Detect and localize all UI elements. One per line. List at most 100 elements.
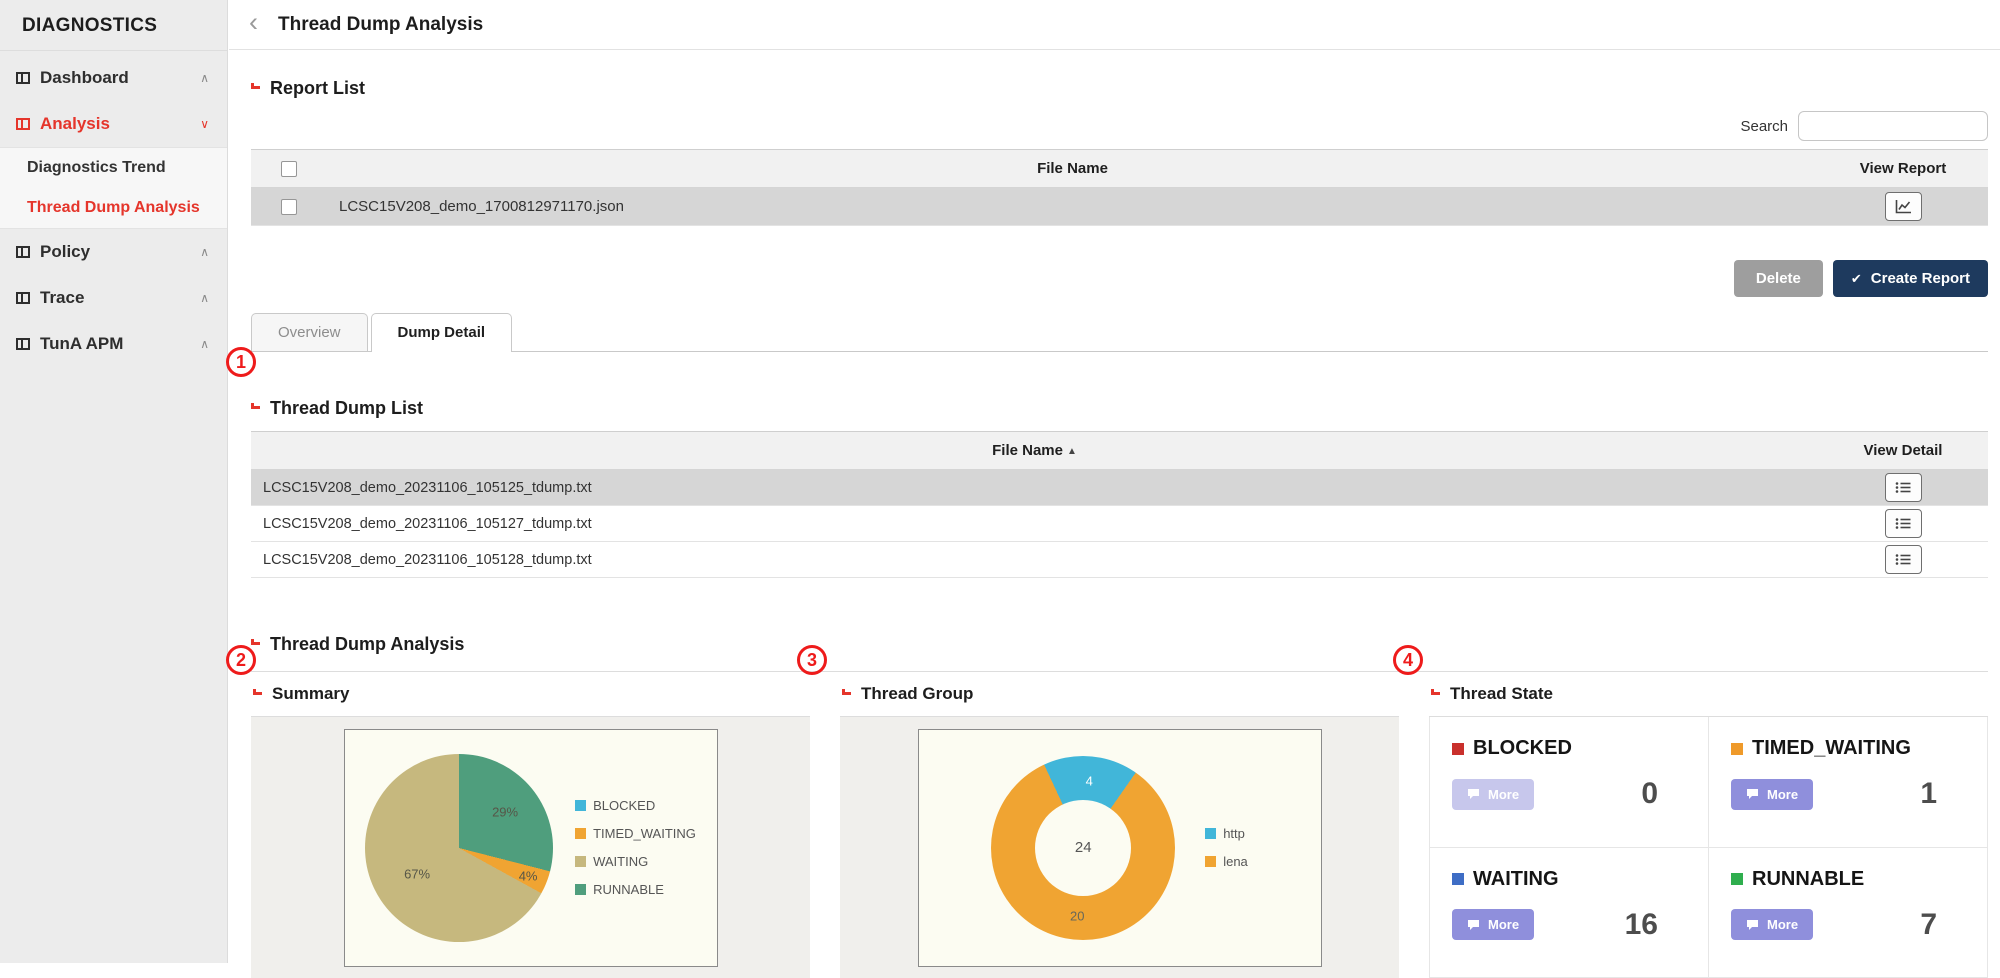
state-name: RUNNABLE [1752, 868, 1864, 891]
collapse-corner-icon[interactable] [251, 403, 260, 409]
speech-bubble-icon [1746, 788, 1759, 800]
chevron-up-icon: ∧ [200, 71, 209, 85]
content: Report List Search File Name View Report [229, 78, 2000, 978]
tuna-apm-icon [16, 338, 30, 350]
tab-dump-detail[interactable]: Dump Detail [371, 313, 513, 352]
thread-group-panel-body: 24 4 20 http lena [840, 717, 1399, 978]
view-detail-button[interactable] [1885, 473, 1922, 502]
chevron-up-icon: ∧ [200, 337, 209, 351]
state-name: TIMED_WAITING [1752, 737, 1911, 760]
dump-file-name: LCSC15V208_demo_20231106_105128_tdump.tx… [251, 542, 1818, 578]
annotation-circle-1: 1 [226, 347, 256, 377]
collapse-corner-icon[interactable] [253, 689, 262, 695]
thread-state-panel: Thread State BLOCKED [1429, 672, 1988, 978]
sidebar-item-tuna-apm[interactable]: TunA APM ∧ [0, 321, 227, 367]
column-header-file-name[interactable]: File Name▲ [251, 432, 1818, 470]
collapse-corner-icon[interactable] [251, 83, 260, 89]
sidebar-item-policy[interactable]: Policy ∧ [0, 229, 227, 275]
panel-title: Thread State [1450, 684, 1553, 704]
topbar: ‹ Thread Dump Analysis [229, 0, 2000, 50]
table-row[interactable]: LCSC15V208_demo_20231106_105125_tdump.tx… [251, 470, 1988, 506]
more-button-waiting[interactable]: More [1452, 909, 1534, 940]
policy-icon [16, 246, 30, 258]
collapse-corner-icon[interactable] [1431, 689, 1440, 695]
search-row: Search [251, 111, 1988, 141]
speech-bubble-icon [1746, 919, 1759, 931]
sidebar-item-thread-dump-analysis[interactable]: Thread Dump Analysis [0, 188, 227, 228]
state-count: 16 [1625, 908, 1686, 942]
report-file-name: LCSC15V208_demo_1700812971170.json [327, 188, 1818, 226]
page-title: Thread Dump Analysis [278, 14, 483, 36]
speech-bubble-icon [1467, 919, 1480, 931]
report-list-section-title: Report List [251, 78, 1988, 99]
legend-swatch [1205, 856, 1216, 867]
chevron-up-icon: ∧ [200, 245, 209, 259]
collapse-corner-icon[interactable] [842, 689, 851, 695]
state-card-waiting: WAITING More 16 [1430, 848, 1709, 978]
speech-bubble-icon [1467, 788, 1480, 800]
list-icon [1895, 517, 1911, 530]
legend-swatch [575, 884, 586, 895]
create-report-button[interactable]: ✔ Create Report [1833, 260, 1988, 297]
sidebar-item-analysis[interactable]: Analysis ∨ [0, 101, 227, 147]
more-label: More [1767, 917, 1798, 932]
list-icon [1895, 481, 1911, 494]
back-chevron-icon[interactable]: ‹ [249, 9, 258, 36]
table-row[interactable]: LCSC15V208_demo_20231106_105127_tdump.tx… [251, 506, 1988, 542]
more-label: More [1767, 787, 1798, 802]
sidebar-item-trace[interactable]: Trace ∧ [0, 275, 227, 321]
analysis-panels: Summary 29% 4% 67% BLOCKED [251, 671, 1988, 978]
legend-label: TIMED_WAITING [593, 826, 696, 841]
view-detail-button[interactable] [1885, 545, 1922, 574]
thread-state-grid: BLOCKED More 0 [1429, 717, 1988, 978]
panel-title: Summary [272, 684, 349, 704]
legend-item: http [1205, 826, 1248, 841]
legend-item: BLOCKED [575, 798, 696, 813]
legend-swatch [575, 828, 586, 839]
select-all-checkbox[interactable] [281, 161, 297, 177]
legend-label: WAITING [593, 854, 648, 869]
view-detail-button[interactable] [1885, 509, 1922, 538]
state-count: 7 [1920, 908, 1965, 942]
state-count: 1 [1920, 777, 1965, 811]
chart-icon [1895, 199, 1912, 214]
sidebar-title: DIAGNOSTICS [0, 0, 227, 51]
tab-overview[interactable]: Overview [251, 313, 368, 351]
sidebar-item-label: Trace [40, 288, 84, 308]
row-checkbox[interactable] [281, 199, 297, 215]
thread-group-panel-header: Thread Group [840, 672, 1399, 717]
view-report-button[interactable] [1885, 192, 1922, 221]
state-color-square [1452, 873, 1464, 885]
thread-dump-list-section-title: Thread Dump List [251, 398, 1988, 419]
sidebar-item-dashboard[interactable]: Dashboard ∧ [0, 55, 227, 101]
state-count: 0 [1641, 777, 1686, 811]
thread-group-donut: 24 4 20 [991, 756, 1175, 940]
state-color-square [1452, 743, 1464, 755]
collapse-corner-icon[interactable] [251, 639, 260, 645]
pie-label-timed-waiting: 4% [519, 868, 538, 883]
thread-group-chart-box: 24 4 20 http lena [918, 729, 1322, 967]
search-input[interactable] [1798, 111, 1988, 141]
pie-label-runnable: 29% [492, 804, 518, 819]
sidebar: DIAGNOSTICS Dashboard ∧ Analysis ∨ Diagn… [0, 0, 228, 963]
delete-button[interactable]: Delete [1734, 260, 1823, 297]
report-list-table: File Name View Report LCSC15V208_demo_17… [251, 149, 1988, 226]
dump-file-name: LCSC15V208_demo_20231106_105125_tdump.tx… [251, 470, 1818, 506]
legend-label: http [1223, 826, 1245, 841]
legend-swatch [1205, 828, 1216, 839]
sidebar-item-label: Dashboard [40, 68, 129, 88]
more-button-blocked[interactable]: More [1452, 779, 1534, 810]
section-title-label: Report List [270, 78, 365, 99]
table-row[interactable]: LCSC15V208_demo_1700812971170.json [251, 188, 1988, 226]
thread-state-panel-header: Thread State [1429, 672, 1988, 717]
annotation-circle-4: 4 [1393, 645, 1423, 675]
thread-group-panel: Thread Group 24 4 20 http [840, 672, 1399, 978]
more-button-timed-waiting[interactable]: More [1731, 779, 1813, 810]
legend-item: WAITING [575, 854, 696, 869]
chevron-up-icon: ∧ [200, 291, 209, 305]
column-header-file-name[interactable]: File Name [327, 150, 1818, 188]
column-header-view-report: View Report [1818, 150, 1988, 188]
sidebar-item-diagnostics-trend[interactable]: Diagnostics Trend [0, 148, 227, 188]
table-row[interactable]: LCSC15V208_demo_20231106_105128_tdump.tx… [251, 542, 1988, 578]
more-button-runnable[interactable]: More [1731, 909, 1813, 940]
